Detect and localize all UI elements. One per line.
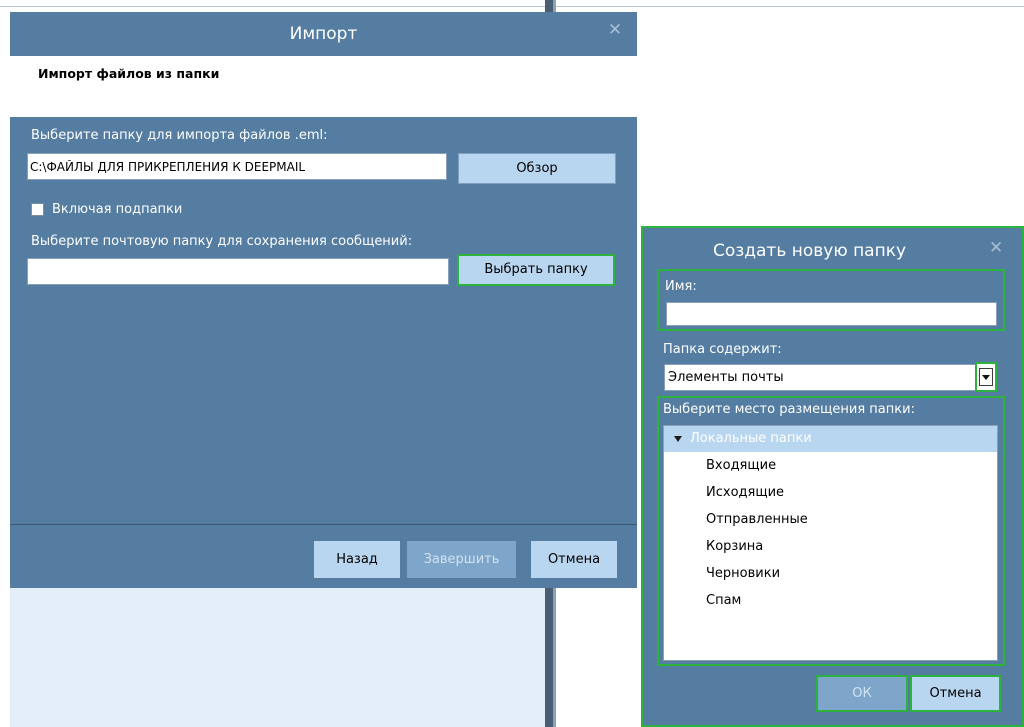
contains-label: Папка содержит: (663, 342, 782, 357)
tree-item-spam[interactable]: Спам (706, 591, 741, 611)
tree-item-sent[interactable]: Отправленные (706, 510, 808, 530)
ok-button[interactable]: ОК (816, 675, 908, 712)
create-folder-title: Создать новую папку (712, 241, 907, 261)
folder-type-dropdown-button[interactable] (975, 362, 997, 392)
import-dialog-title: Импорт (289, 24, 358, 44)
mail-folder-label: Выберите почтовую папку для сохранения с… (31, 234, 413, 249)
create-cancel-button[interactable]: Отмена (910, 675, 1001, 712)
folder-name-input[interactable] (666, 302, 997, 326)
tree-item-inbox[interactable]: Входящие (706, 456, 776, 476)
background-content-pane (10, 588, 545, 727)
import-header-text: Импорт файлов из папки (38, 66, 220, 81)
include-subfolders-checkbox[interactable] (31, 203, 44, 216)
tree-root-label: Локальные папки (690, 431, 812, 446)
folder-tree[interactable]: Локальные папки Входящие Исходящие Отпра… (663, 425, 998, 661)
select-folder-button[interactable]: Выбрать папку (457, 254, 615, 286)
folder-type-select[interactable]: Элементы почты (664, 364, 977, 391)
name-label: Имя: (665, 279, 697, 294)
close-icon[interactable]: ✕ (989, 238, 1003, 258)
import-dialog-header: Импорт файлов из папки (10, 56, 637, 117)
create-folder-dialog: Создать новую папку ✕ Имя: Папка содержи… (641, 226, 1024, 727)
mail-folder-input[interactable] (27, 258, 449, 285)
eml-folder-input[interactable] (27, 153, 447, 180)
cancel-button[interactable]: Отмена (531, 541, 617, 578)
tree-item-outbox[interactable]: Исходящие (706, 483, 784, 503)
close-icon[interactable]: ✕ (607, 22, 623, 39)
tree-item-trash[interactable]: Корзина (706, 537, 763, 557)
import-dialog: Импорт ✕ Импорт файлов из папки Выберите… (10, 12, 637, 588)
name-section: Имя: (657, 269, 1005, 331)
finish-button[interactable]: Завершить (407, 541, 516, 578)
back-button[interactable]: Назад (314, 541, 400, 578)
eml-folder-label: Выберите папку для импорта файлов .eml: (31, 128, 328, 143)
include-subfolders-label: Включая подпапки (52, 202, 183, 217)
browse-button[interactable]: Обзор (458, 153, 616, 184)
footer-divider (10, 524, 637, 525)
location-label: Выберите место размещения папки: (663, 402, 915, 417)
triangle-down-icon[interactable] (674, 436, 682, 442)
chevron-down-icon (979, 368, 993, 386)
background-top-border (0, 6, 1024, 7)
tree-root-local-folders[interactable]: Локальные папки (664, 426, 997, 452)
tree-item-drafts[interactable]: Черновики (706, 564, 780, 584)
